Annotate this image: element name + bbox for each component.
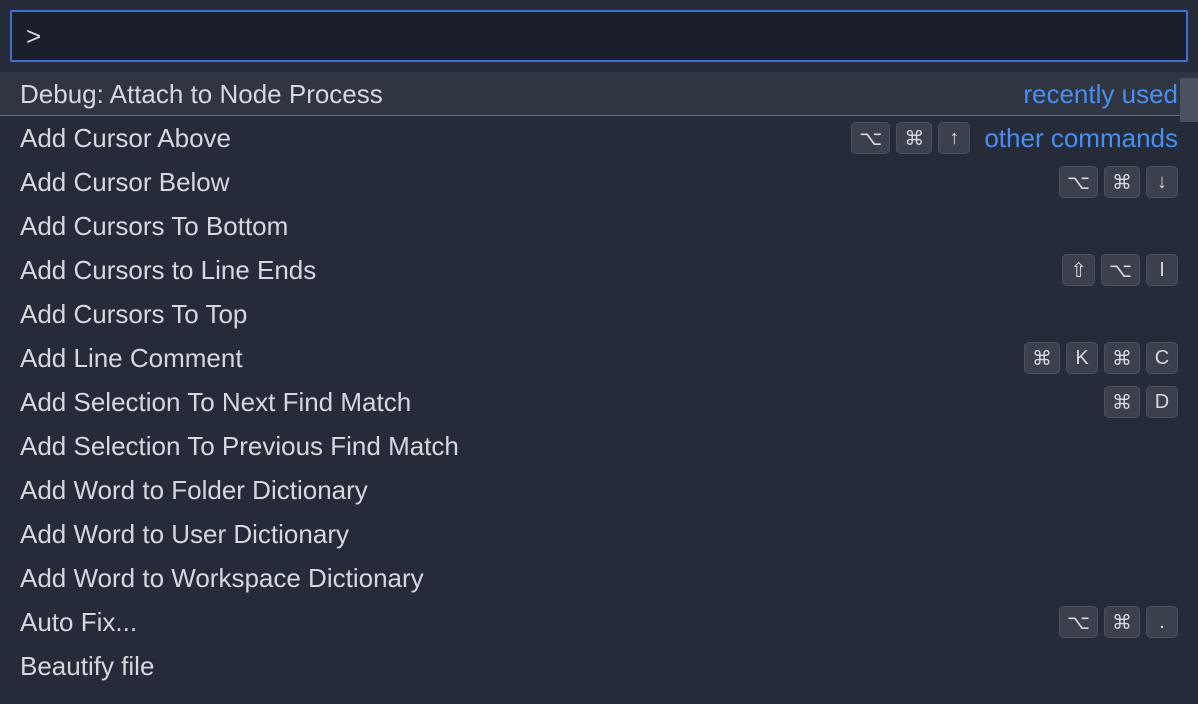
key-letter_d: D — [1146, 386, 1178, 418]
key-command: ⌘ — [1104, 342, 1140, 374]
command-item[interactable]: Add Line Comment⌘K⌘C — [0, 336, 1198, 380]
chord-group: ⌥⌘. — [1059, 606, 1178, 638]
command-label: Add Cursors to Line Ends — [20, 255, 316, 286]
chord-group: ⌘K — [1024, 342, 1098, 374]
command-item[interactable]: Add Selection To Next Find Match ⌘D — [0, 380, 1198, 424]
command-label: Add Word to User Dictionary — [20, 519, 349, 550]
group-label: other commands — [984, 123, 1178, 154]
scrollbar-thumb[interactable] — [1180, 78, 1198, 122]
key-option: ⌥ — [1059, 606, 1098, 638]
keybinding: ⌥⌘↑ — [851, 122, 970, 154]
command-right: recently used — [1023, 79, 1178, 110]
chord-group: ⌘D — [1104, 386, 1178, 418]
keybinding: ⌘K⌘C — [1024, 342, 1178, 374]
key-command: ⌘ — [1104, 386, 1140, 418]
command-label: Add Selection To Previous Find Match — [20, 431, 459, 462]
key-command: ⌘ — [896, 122, 932, 154]
command-item[interactable]: Add Cursors To Top — [0, 292, 1198, 336]
command-item[interactable]: Add Cursor Below ⌥⌘↓ — [0, 160, 1198, 204]
input-container — [0, 0, 1198, 72]
command-label: Add Cursors To Bottom — [20, 211, 288, 242]
command-right: ⇧⌥I — [1062, 254, 1178, 286]
key-letter_k: K — [1066, 342, 1098, 374]
key-option: ⌥ — [1101, 254, 1140, 286]
command-label: Auto Fix... — [20, 607, 137, 638]
command-item[interactable]: Auto Fix... ⌥⌘. — [0, 600, 1198, 644]
chord-group: ⇧⌥I — [1062, 254, 1178, 286]
command-right: ⌥⌘↓ — [1059, 166, 1178, 198]
key-down: ↓ — [1146, 166, 1178, 198]
command-input[interactable] — [10, 10, 1188, 62]
command-right: ⌘K⌘C — [1024, 342, 1178, 374]
command-label: Add Cursor Above — [20, 123, 231, 154]
keybinding: ⌥⌘. — [1059, 606, 1178, 638]
command-item[interactable]: Debug: Attach to Node Process recently us… — [0, 72, 1198, 116]
results-list[interactable]: Debug: Attach to Node Process recently us… — [0, 72, 1198, 704]
key-option: ⌥ — [1059, 166, 1098, 198]
command-label: Add Word to Folder Dictionary — [20, 475, 368, 506]
command-label: Add Cursors To Top — [20, 299, 247, 330]
key-dot: . — [1146, 606, 1178, 638]
keybinding: ⇧⌥I — [1062, 254, 1178, 286]
command-item[interactable]: Add Word to Workspace Dictionary — [0, 556, 1198, 600]
command-item[interactable]: Beautify file — [0, 644, 1198, 688]
group-label: recently used — [1023, 79, 1178, 110]
keybinding: ⌥⌘↓ — [1059, 166, 1178, 198]
key-option: ⌥ — [851, 122, 890, 154]
command-right: ⌥⌘↑ other commands — [851, 122, 1178, 154]
command-item[interactable]: Add Selection To Previous Find Match — [0, 424, 1198, 468]
key-letter_c: C — [1146, 342, 1178, 374]
command-item[interactable]: Add Cursors To Bottom — [0, 204, 1198, 248]
command-label: Add Selection To Next Find Match — [20, 387, 411, 418]
key-up: ↑ — [938, 122, 970, 154]
command-palette: Debug: Attach to Node Process recently us… — [0, 0, 1198, 704]
command-item[interactable]: Add Word to Folder Dictionary — [0, 468, 1198, 512]
command-label: Add Cursor Below — [20, 167, 230, 198]
key-letter_i: I — [1146, 254, 1178, 286]
command-label: Beautify file — [20, 651, 154, 682]
command-label: Add Word to Workspace Dictionary — [20, 563, 424, 594]
chord-group: ⌥⌘↑ — [851, 122, 970, 154]
chord-group: ⌥⌘↓ — [1059, 166, 1178, 198]
keybinding: ⌘D — [1104, 386, 1178, 418]
command-item[interactable]: Add Cursor Above ⌥⌘↑ other commands — [0, 116, 1198, 160]
key-command: ⌘ — [1104, 606, 1140, 638]
command-label: Debug: Attach to Node Process — [20, 79, 383, 110]
command-item[interactable]: Add Word to User Dictionary — [0, 512, 1198, 556]
command-right: ⌘D — [1104, 386, 1178, 418]
key-command: ⌘ — [1104, 166, 1140, 198]
key-shift: ⇧ — [1062, 254, 1095, 286]
command-label: Add Line Comment — [20, 343, 243, 374]
command-item[interactable]: Add Cursors to Line Ends ⇧⌥I — [0, 248, 1198, 292]
key-command: ⌘ — [1024, 342, 1060, 374]
command-right: ⌥⌘. — [1059, 606, 1178, 638]
chord-group: ⌘C — [1104, 342, 1178, 374]
